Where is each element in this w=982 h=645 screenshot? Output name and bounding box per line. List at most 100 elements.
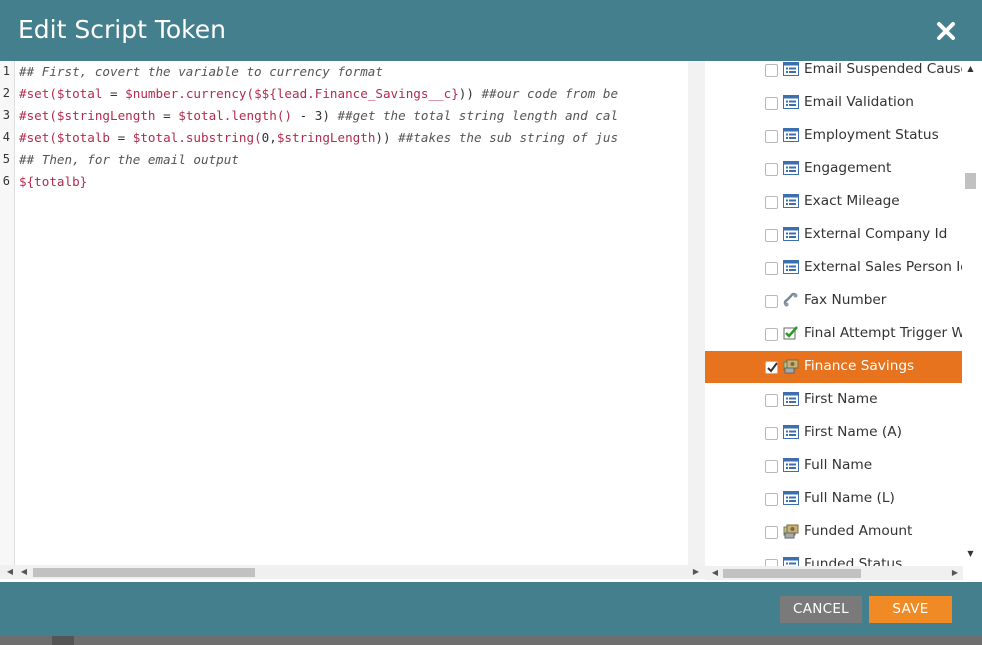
field-checkbox[interactable] [765,196,778,209]
string-field-icon [783,457,799,473]
field-label: Final Attempt Trigger Wo [804,325,973,341]
phone-field-icon [783,292,799,308]
field-list-vertical-scrollbar[interactable]: ▲ ▼ [962,61,979,566]
field-list-item[interactable]: Funded Status [705,549,963,566]
line-number: 4 [2,130,10,144]
string-field-icon [783,193,799,209]
field-label: First Name (A) [804,424,902,440]
field-label: Email Suspended Cause [804,61,969,77]
editor-horizontal-scrollbar[interactable]: ◀ ◀ ▶ [0,565,705,579]
field-list-item[interactable]: Email Validation [705,87,963,119]
code-token: ##takes the sub string of jus [398,130,619,145]
field-label: Exact Mileage [804,193,900,209]
line-number-gutter: 1 2 3 4 5 6 [0,61,15,566]
field-list-item[interactable]: Full Name (L) [705,483,963,515]
scroll-left-arrow-icon[interactable]: ◀ [4,565,16,579]
string-field-icon [783,391,799,407]
field-checkbox[interactable] [765,493,778,506]
field-label: Fax Number [804,292,887,308]
field-list-item[interactable]: Full Name [705,450,963,482]
code-token: = [155,108,179,123]
code-token: = [102,86,126,101]
code-line[interactable]: #set($total = $number.currency($${lead.F… [19,86,618,101]
code-token: #set( [19,130,57,145]
dialog-footer: CANCEL SAVE [0,582,982,636]
field-checkbox[interactable] [765,361,778,374]
code-line[interactable]: ${totalb} [19,174,87,189]
field-label: Full Name [804,457,873,473]
page-background-strip [0,636,982,645]
field-label: Funded Amount [804,523,913,539]
line-number: 3 [2,108,10,122]
field-checkbox[interactable] [765,130,778,143]
save-button[interactable]: SAVE [869,596,952,623]
string-field-icon [783,127,799,143]
field-checkbox[interactable] [765,295,778,308]
code-token: )) [375,130,399,145]
field-checkbox[interactable] [765,262,778,275]
code-line[interactable]: #set($totalb = $total.substring(0,$strin… [19,130,618,145]
field-label: Engagement [804,160,892,176]
field-label: Email Validation [804,94,914,110]
line-number: 1 [2,64,10,78]
field-label: Employment Status [804,127,939,143]
field-list-item[interactable]: External Company Id [705,219,963,251]
field-list-item[interactable]: Funded Amount [705,516,963,548]
code-line[interactable]: #set($stringLength = $total.length() - 3… [19,108,618,123]
scroll-left-arrow-icon[interactable]: ◀ [709,566,721,580]
field-label: Full Name (L) [804,490,895,506]
field-list-item[interactable]: Exact Mileage [705,186,963,218]
field-checkbox[interactable] [765,64,778,77]
field-checkbox[interactable] [765,394,778,407]
field-list-item[interactable]: Fax Number [705,285,963,317]
field-checkbox[interactable] [765,229,778,242]
close-icon[interactable] [934,19,958,43]
scroll-right-arrow-icon[interactable]: ▶ [690,565,702,579]
code-token: $stringLength [276,130,376,145]
string-field-icon [783,226,799,242]
field-label: Finance Savings [804,358,915,374]
scroll-right-arrow-icon[interactable]: ▶ [949,566,961,580]
field-checkbox[interactable] [765,559,778,566]
scroll-left-arrow-icon[interactable]: ◀ [18,565,30,579]
code-token: $stringLength [56,108,156,123]
field-list-item[interactable]: Engagement [705,153,963,185]
field-checkbox[interactable] [765,460,778,473]
scroll-thumb[interactable] [33,568,255,577]
field-list-horizontal-scrollbar[interactable]: ◀ ▶ [705,566,963,580]
code-line[interactable]: ## Then, for the email output [19,152,239,167]
checkmark-icon [767,362,778,373]
field-checkbox[interactable] [765,427,778,440]
field-list-item[interactable]: First Name (A) [705,417,963,449]
field-list-item[interactable]: Finance Savings [705,351,963,383]
line-number: 6 [2,174,10,188]
currency-field-icon [783,523,799,539]
field-list-item[interactable]: Email Suspended Cause [705,61,969,86]
scroll-thumb[interactable] [965,173,976,189]
code-token: $total [56,86,103,101]
code-token: $${lead.Finance_Savings__c} [254,86,459,101]
code-token: - 3) [291,108,338,123]
string-field-icon [783,424,799,440]
field-list-item[interactable]: Final Attempt Trigger Wo [705,318,973,350]
field-label: External Company Id [804,226,948,242]
string-field-icon [783,259,799,275]
field-list-item[interactable]: First Name [705,384,963,416]
string-field-icon [783,556,799,566]
scroll-thumb[interactable] [723,569,861,578]
field-checkbox[interactable] [765,163,778,176]
field-checkbox[interactable] [765,97,778,110]
code-token: $totalb [56,130,110,145]
code-line[interactable]: ## First, covert the variable to currenc… [19,64,383,79]
scroll-down-arrow-icon[interactable]: ▼ [965,549,976,559]
field-checkbox[interactable] [765,526,778,539]
field-list-item[interactable]: Employment Status [705,120,963,152]
field-checkbox[interactable] [765,328,778,341]
script-editor[interactable]: 1 2 3 4 5 6 ## First, covert the variable to … [0,61,705,582]
field-list-item[interactable]: External Sales Person Id [705,252,969,284]
field-label: External Sales Person Id [804,259,969,275]
code-token: ##our code from be [481,86,619,101]
background-tab [52,636,74,645]
cancel-button[interactable]: CANCEL [780,596,862,623]
scroll-up-arrow-icon[interactable]: ▲ [965,64,976,74]
